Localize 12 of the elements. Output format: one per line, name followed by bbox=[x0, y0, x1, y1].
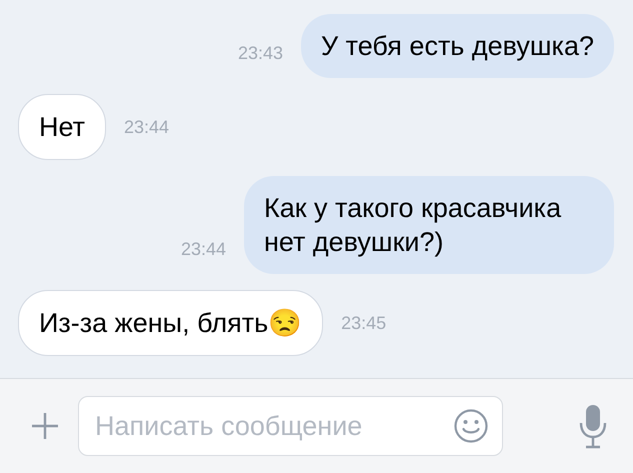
message-bubble: У тебя есть девушка? bbox=[301, 14, 614, 78]
message-time: 23:44 bbox=[124, 116, 170, 138]
message-bubble: Из-за жены, блять😒 bbox=[18, 290, 324, 356]
message-bubble: Нет bbox=[18, 94, 106, 160]
smiley-icon[interactable] bbox=[453, 408, 489, 444]
message-bubble: Как у такого красавчика нет девушки?) bbox=[244, 176, 614, 274]
message-time: 23:43 bbox=[238, 43, 283, 64]
message-field[interactable]: Написать сообщение bbox=[78, 396, 503, 456]
microphone-icon[interactable] bbox=[579, 403, 607, 449]
plus-icon[interactable] bbox=[30, 411, 60, 441]
message-time: 23:44 bbox=[180, 239, 226, 260]
message-time: 23:45 bbox=[341, 312, 386, 334]
